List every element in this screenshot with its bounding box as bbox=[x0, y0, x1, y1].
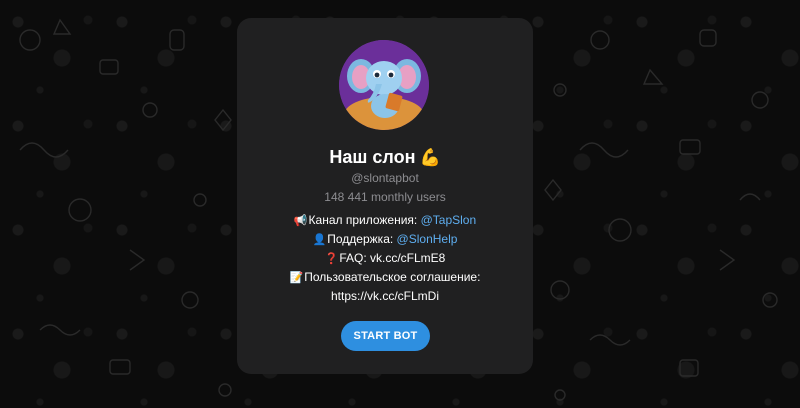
agreement-url: https://vk.cc/cFLmDi bbox=[330, 289, 440, 303]
bot-avatar bbox=[339, 40, 429, 130]
channel-link[interactable]: @TapSlon bbox=[421, 213, 477, 227]
support-label: Поддержка: bbox=[327, 232, 397, 246]
channel-line: 📢Канал приложения: @TapSlon bbox=[237, 211, 533, 230]
bot-name: Наш слон 💪 bbox=[237, 146, 533, 169]
faq-text: FAQ: vk.cc/cFLmE8 bbox=[339, 251, 446, 265]
bot-info-card: Наш слон 💪 @slontapbot 148 441 monthly us… bbox=[237, 18, 533, 374]
question-mark-icon: ❓ bbox=[324, 252, 339, 265]
agreement-label: Пользовательское соглашение: bbox=[304, 270, 481, 284]
memo-icon: 📝 bbox=[289, 271, 304, 284]
megaphone-icon: 📢 bbox=[293, 214, 308, 227]
flexed-biceps-icon: 💪 bbox=[419, 148, 441, 168]
monthly-users-count: 148 441 monthly users bbox=[324, 190, 446, 204]
person-silhouette-icon: 👤 bbox=[312, 233, 327, 246]
support-link[interactable]: @SlonHelp bbox=[397, 232, 458, 246]
bot-description: 📢Канал приложения: @TapSlon 👤Поддержка: … bbox=[237, 211, 533, 306]
channel-label: Канал приложения: bbox=[308, 213, 421, 227]
bot-name-text: Наш слон bbox=[329, 147, 416, 167]
bot-username: @slontapbot bbox=[351, 171, 419, 185]
agreement-line: 📝Пользовательское соглашение: bbox=[237, 268, 533, 287]
support-line: 👤Поддержка: @SlonHelp bbox=[237, 230, 533, 249]
faq-line: ❓FAQ: vk.cc/cFLmE8 bbox=[237, 249, 533, 268]
elephant-avatar-icon bbox=[339, 40, 429, 130]
start-bot-button[interactable]: START BOT bbox=[341, 321, 430, 351]
